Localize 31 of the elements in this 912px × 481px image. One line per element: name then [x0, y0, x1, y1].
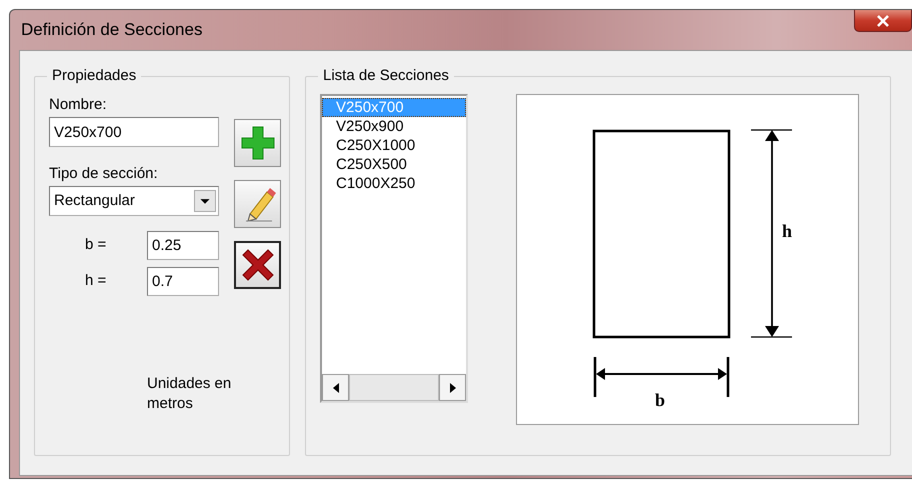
height-label: h	[782, 221, 792, 241]
horizontal-scrollbar[interactable]	[322, 374, 466, 401]
window-title: Definición de Secciones	[21, 19, 202, 42]
dimension-field[interactable]: 0.25	[147, 230, 219, 260]
edit-button[interactable]	[234, 180, 281, 228]
scroll-left-button[interactable]	[322, 374, 349, 401]
close-button[interactable]	[854, 10, 912, 32]
close-icon	[876, 14, 890, 26]
list-item[interactable]: C250X1000	[322, 136, 466, 155]
list-item[interactable]: C1000X250	[322, 174, 466, 193]
dimension-label: b =	[85, 234, 108, 255]
right-arrow-icon	[450, 382, 456, 392]
delete-button[interactable]	[234, 241, 281, 289]
add-button[interactable]	[234, 119, 281, 167]
scroll-right-button[interactable]	[439, 374, 466, 401]
caret-icon	[194, 190, 216, 212]
units-note: Unidades en metros	[147, 374, 232, 414]
name-field[interactable]: V250x700	[49, 117, 219, 147]
field-label: Nombre:	[49, 95, 108, 115]
add-icon	[240, 125, 276, 161]
section-type-dropdown[interactable]: Rectangular	[49, 186, 219, 216]
group-title: Propiedades	[51, 66, 138, 86]
dimension-label: h =	[85, 270, 108, 291]
list-item[interactable]: V250x900	[322, 117, 466, 136]
list-item[interactable]: C250X500	[322, 155, 466, 174]
width-label: b	[655, 390, 666, 410]
group-title: Lista de Secciones	[322, 66, 450, 86]
dimension-field[interactable]: 0.7	[147, 266, 219, 296]
field-label: Tipo de sección:	[49, 164, 159, 184]
delete-icon	[240, 247, 276, 283]
left-arrow-icon	[332, 382, 338, 392]
